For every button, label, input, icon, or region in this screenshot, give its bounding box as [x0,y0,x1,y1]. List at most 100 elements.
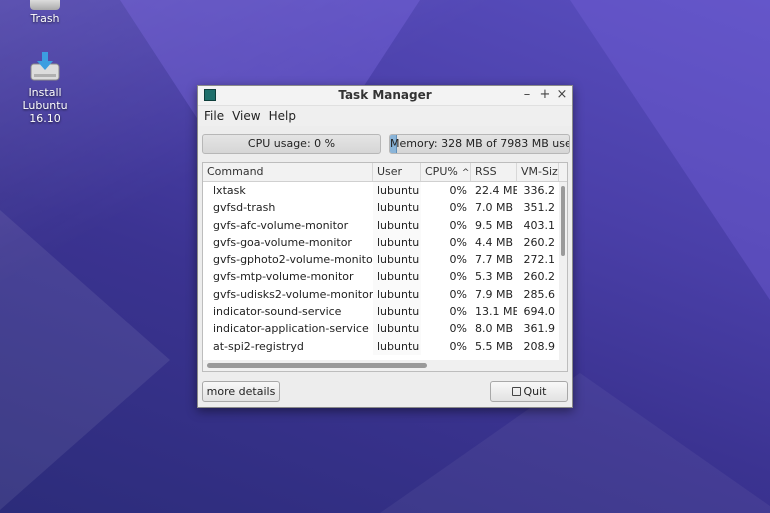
cell-vm-size: 260.2 [523,235,556,249]
table-row[interactable]: indicator-sound-service lubuntu 0% 13.1 MB 6… [203,303,567,321]
quit-icon [511,387,521,396]
wallpaper-shape [570,0,770,300]
cell-user: lubuntu [373,199,421,217]
desktop-icon-label: Trash [30,12,60,25]
cell-cpu: 0% [449,201,467,215]
cpu-usage-bar: CPU usage: 0 % [202,134,381,154]
cell-vm-size: 403.1 [523,218,556,232]
trash-icon [30,0,60,10]
cell-command: indicator-application-service [213,322,369,336]
cell-command: gvfsd-trash [213,201,276,215]
desktop-icon-label: Lubuntu 16.10 [22,99,68,125]
cell-vm-size: 361.9 [523,322,556,336]
table-row[interactable]: lxtask lubuntu 0% 22.4 MB 336.2 [203,182,567,200]
menu-bar: File View Help [198,106,572,126]
cell-user: lubuntu [373,268,421,286]
cell-cpu: 0% [449,270,467,284]
cell-rss: 13.1 MB [475,305,517,319]
cell-rss: 4.4 MB [475,235,514,249]
cell-vm-size: 208.9 [523,339,556,353]
menu-help[interactable]: Help [267,109,302,123]
horizontal-scrollbar[interactable] [203,360,559,371]
cell-rss: 7.0 MB [475,201,514,215]
maximize-icon[interactable]: + [538,87,552,102]
cell-rss: 5.5 MB [475,339,514,353]
cell-rss: 5.3 MB [475,270,514,284]
cell-vm-size: 336.2 [523,184,556,197]
sort-ascending-icon: ^ [461,168,470,178]
cell-rss: 9.5 MB [475,218,514,232]
close-icon[interactable]: × [555,87,569,102]
cell-cpu: 0% [449,184,467,197]
usage-status-row: CPU usage: 0 % Memory: 328 MB of 7983 MB… [202,134,570,154]
vertical-scrollbar[interactable] [559,182,567,371]
cell-cpu: 0% [449,339,467,353]
wallpaper-shape [0,210,170,510]
cell-command: gvfs-gphoto2-volume-monitor [213,253,373,267]
cell-vm-size: 694.0 [523,305,556,319]
scrollbar-thumb[interactable] [207,363,427,368]
process-table: Command User CPU% ^ RSS VM-Siz lxtask lubu… [202,162,568,372]
cell-command: indicator-sound-service [213,305,342,319]
cell-user: lubuntu [373,216,421,234]
column-header-rss[interactable]: RSS [471,163,517,181]
cell-user: lubuntu [373,285,421,304]
quit-button-label: Quit [523,385,547,398]
more-details-button[interactable]: more details [202,381,280,402]
task-manager-window: Task Manager – + × File View Help CPU us… [197,85,573,408]
column-header-vm-size[interactable]: VM-Siz [517,163,559,181]
table-row[interactable]: indicator-application-service lubuntu 0% 8.… [203,320,567,338]
table-row[interactable]: gvfs-gphoto2-volume-monitor lubuntu 0% 7.7 … [203,251,567,269]
table-row[interactable]: gvfs-mtp-volume-monitor lubuntu 0% 5.3 MB 26… [203,268,567,286]
desktop-icon-trash[interactable]: Trash [15,0,75,25]
memory-usage-bar: Memory: 328 MB of 7983 MB used [389,134,570,154]
cell-rss: 8.0 MB [475,322,514,336]
menu-view[interactable]: View [230,109,266,123]
cell-cpu: 0% [449,287,467,301]
cell-cpu: 0% [449,218,467,232]
install-drive-icon [29,50,61,82]
memory-usage-label: Memory: 328 MB of 7983 MB used [390,137,570,150]
desktop-icon-label: Install [28,86,62,99]
cell-cpu: 0% [449,253,467,267]
cell-user: lubuntu [373,320,421,338]
cell-cpu: 0% [449,235,467,249]
cell-cpu: 0% [449,322,467,336]
minimize-icon[interactable]: – [520,87,534,102]
cell-command: gvfs-goa-volume-monitor [213,235,352,249]
cell-user: lubuntu [373,337,421,355]
desktop-icon-install[interactable]: Install Lubuntu 16.10 [5,50,85,125]
table-row[interactable]: gvfs-udisks2-volume-monitor lubuntu 0% 7.9 … [203,285,567,304]
cell-user: lubuntu [373,251,421,269]
cell-vm-size: 260.2 [523,270,556,284]
table-row[interactable]: at-spi2-registryd lubuntu 0% 5.5 MB 208.9 [203,337,567,355]
cell-user: lubuntu [373,233,421,252]
scrollbar-thumb[interactable] [561,186,565,256]
column-header-cpu[interactable]: CPU% ^ [421,163,471,181]
cell-rss: 7.7 MB [475,253,514,267]
cell-vm-size: 285.6 [523,287,556,301]
column-header-label: CPU% [425,165,458,178]
table-header: Command User CPU% ^ RSS VM-Siz [203,163,567,182]
column-header-command[interactable]: Command [203,163,373,181]
cell-command: gvfs-udisks2-volume-monitor [213,287,373,301]
cell-rss: 22.4 MB [475,184,517,197]
cell-command: lxtask [213,184,246,197]
cell-vm-size: 351.2 [523,201,556,215]
quit-button[interactable]: Quit [490,381,568,402]
table-row[interactable]: gvfsd-trash lubuntu 0% 7.0 MB 351.2 [203,199,567,217]
cell-command: gvfs-afc-volume-monitor [213,218,349,232]
table-row[interactable]: gvfs-afc-volume-monitor lubuntu 0% 9.5 MB 40… [203,216,567,234]
table-row[interactable]: gvfs-goa-volume-monitor lubuntu 0% 4.4 MB 26… [203,233,567,252]
cell-user: lubuntu [373,303,421,321]
window-title: Task Manager [338,88,432,102]
cell-rss: 7.9 MB [475,287,514,301]
title-bar[interactable]: Task Manager – + × [198,86,572,106]
cell-cpu: 0% [449,305,467,319]
cell-command: gvfs-mtp-volume-monitor [213,270,354,284]
column-header-user[interactable]: User [373,163,421,181]
cell-user: lubuntu [373,182,421,200]
cell-vm-size: 272.1 [523,253,556,267]
menu-file[interactable]: File [202,109,230,123]
table-body: lxtask lubuntu 0% 22.4 MB 336.2 gvfsd-trash lu… [203,182,567,355]
